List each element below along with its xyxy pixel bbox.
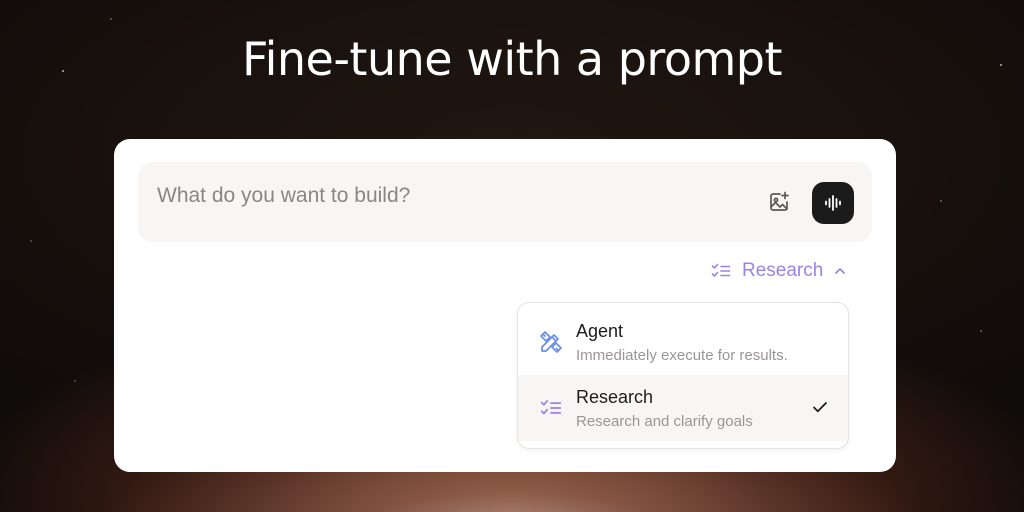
option-title: Research [576,387,654,407]
prompt-input[interactable] [157,184,737,208]
chevron-up-icon [833,264,847,278]
mode-selector[interactable]: Research [710,259,847,283]
pencil-ruler-icon [538,329,564,355]
checklist-icon [710,260,732,282]
mode-selector-label: Research [742,260,824,281]
voice-input-button[interactable] [812,182,854,224]
page-title: Fine-tune with a prompt [241,32,783,86]
star [30,240,32,242]
option-description: Immediately execute for results. [576,347,788,364]
check-icon [808,395,832,419]
mode-menu: Agent Immediately execute for results. R… [517,302,849,449]
option-description: Research and clarify goals [576,413,753,430]
prompt-card: Research Agent Immediately execute for r… [114,139,896,472]
add-image-button[interactable] [764,187,794,217]
star [940,200,942,202]
waveform-icon [822,192,844,214]
star [110,18,112,20]
checklist-icon [538,395,564,421]
option-title: Agent [576,321,624,341]
star [74,380,76,382]
image-add-icon [767,190,791,214]
mode-option-research[interactable]: Research Research and clarify goals [518,375,848,441]
prompt-box [138,162,872,242]
mode-option-agent[interactable]: Agent Immediately execute for results. [518,309,848,375]
star [980,330,982,332]
